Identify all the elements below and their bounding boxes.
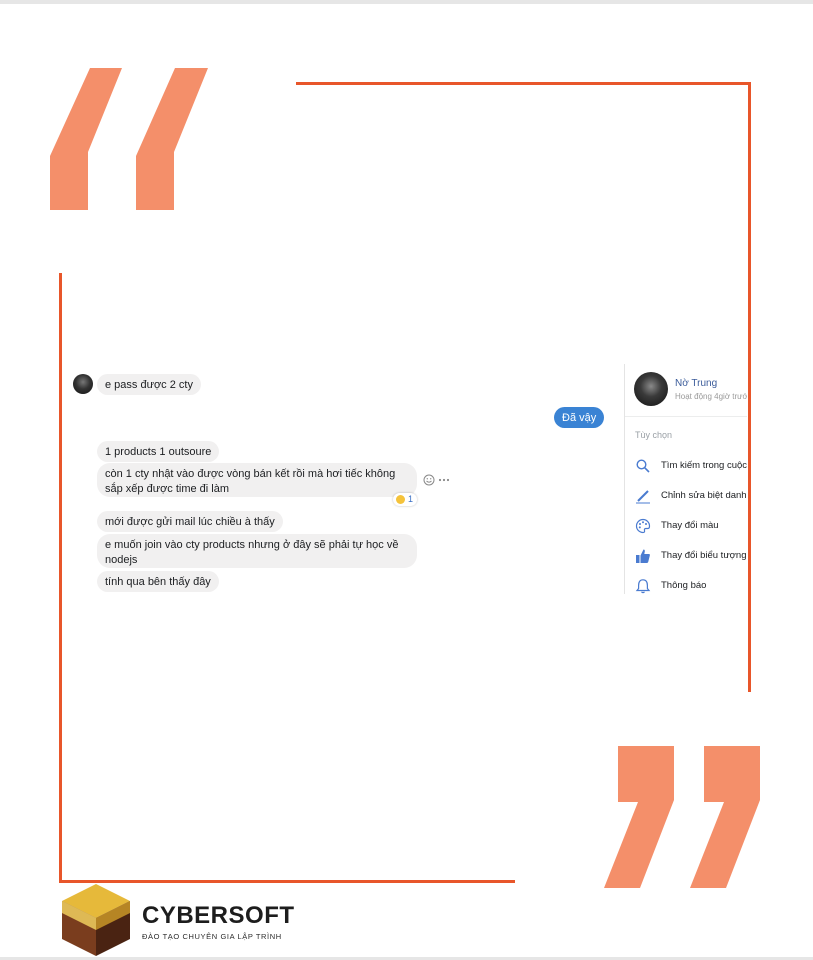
reaction-count: 1	[408, 494, 414, 504]
top-border	[0, 0, 813, 4]
message-bubble[interactable]: tính qua bên thấy đây	[97, 571, 219, 592]
palette-icon	[635, 518, 651, 534]
option-label: Tìm kiếm trong cuộc trò chuyện	[661, 460, 747, 471]
frame-line-right	[748, 82, 751, 692]
frame-line-top	[296, 82, 751, 85]
message-actions[interactable]	[423, 474, 453, 486]
option-search-conversation[interactable]: Tìm kiếm trong cuộc trò chuyện	[635, 457, 747, 475]
reaction-badge[interactable]: 1	[393, 493, 417, 506]
contact-status: Hoạt động 4giờ trước	[675, 392, 747, 401]
cybersoft-logo-icon	[62, 884, 130, 956]
wow-emoji-icon	[396, 495, 405, 504]
message-bubble[interactable]: e pass được 2 cty	[97, 374, 201, 395]
option-label: Thay đổi màu	[661, 520, 719, 531]
conversation-info-panel: Nờ Trung Hoạt động 4giờ trước Tùy chọn T…	[624, 364, 747, 594]
message-bubble[interactable]: còn 1 cty nhật vào được vòng bán kết rồi…	[97, 463, 417, 497]
option-change-color[interactable]: Thay đổi màu	[635, 517, 747, 535]
option-label: Thay đổi biểu tượng	[661, 550, 747, 561]
brand-name: CYBERSOFT	[142, 902, 295, 929]
friend-avatar[interactable]	[73, 374, 93, 394]
message-bubble[interactable]: e muốn join vào cty products nhưng ở đây…	[97, 534, 417, 568]
option-change-emoji[interactable]: Thay đổi biểu tượng	[635, 547, 747, 565]
open-quote-icon	[50, 68, 208, 210]
pencil-icon	[636, 490, 650, 504]
message-bubble[interactable]: mới được gửi mail lúc chiều à thấy	[97, 511, 283, 532]
emoji-smile-icon	[423, 474, 435, 486]
sent-message-bubble[interactable]: Đã vậy	[554, 407, 605, 428]
option-notifications[interactable]: Thông báo	[635, 577, 747, 594]
bell-icon	[635, 579, 651, 594]
option-label: Chỉnh sửa biệt danh	[661, 490, 747, 501]
option-label: Thông báo	[661, 580, 707, 591]
brand-tagline: ĐÀO TẠO CHUYÊN GIA LẬP TRÌNH	[142, 932, 282, 941]
options-section-label: Tùy chọn	[635, 430, 673, 440]
thumbs-up-icon	[636, 549, 650, 563]
more-options-icon	[438, 478, 450, 482]
search-icon	[636, 459, 650, 473]
divider	[625, 416, 747, 417]
message-bubble[interactable]: 1 products 1 outsoure	[97, 441, 220, 462]
frame-line-left	[59, 273, 62, 883]
contact-name[interactable]: Nờ Trung	[675, 378, 717, 389]
close-quote-icon	[604, 746, 760, 888]
option-edit-nickname[interactable]: Chỉnh sửa biệt danh	[635, 487, 747, 505]
contact-avatar[interactable]	[634, 372, 668, 406]
